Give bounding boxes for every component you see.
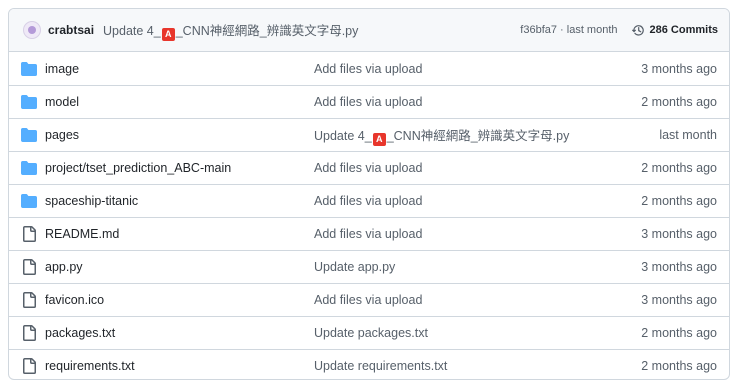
file-name-link[interactable]: pages (45, 128, 314, 142)
avatar[interactable] (23, 21, 41, 39)
file-icon (21, 325, 37, 341)
commits-link[interactable]: 286 Commits (631, 24, 718, 37)
last-updated-time: 3 months ago (641, 227, 717, 241)
file-row[interactable]: app.py Update app.py 3 months ago (9, 250, 729, 283)
file-icon (21, 358, 37, 374)
last-updated-time: 3 months ago (641, 293, 717, 307)
file-browser: crabtsai Update 4_ A _CNN神經網路_辨識英文字母.py f3… (8, 8, 730, 380)
commit-message-end[interactable]: _CNN神經網路_辨識英文字母.py (176, 24, 359, 38)
last-updated-time: 2 months ago (641, 95, 717, 109)
file-row[interactable]: pages Update 4_ A _CNN神經網路_辨識英文字母.py last mo… (9, 118, 729, 151)
commit-message[interactable]: Update 4_ A _CNN神經網路_辨識英文字母.py (103, 20, 358, 41)
folder-icon (21, 127, 37, 143)
file-name-link[interactable]: app.py (45, 260, 314, 274)
file-name-link[interactable]: image (45, 62, 314, 76)
file-list: image Add files via upload 3 months ago mod… (9, 52, 729, 379)
commit-message-link[interactable]: Add files via upload (314, 227, 624, 241)
file-icon (21, 292, 37, 308)
file-name-link[interactable]: packages.txt (45, 326, 314, 340)
file-row[interactable]: requirements.txt Update requirements.txt 2… (9, 349, 729, 379)
last-updated-time: 2 months ago (641, 161, 717, 175)
file-name-link[interactable]: README.md (45, 227, 314, 241)
last-updated-time: 2 months ago (641, 326, 717, 340)
folder-icon (21, 160, 37, 176)
folder-icon (21, 94, 37, 110)
commit-author[interactable]: crabtsai (48, 23, 94, 37)
file-row[interactable]: favicon.ico Add files via upload 3 months … (9, 283, 729, 316)
file-name-link[interactable]: spaceship-titanic (45, 194, 314, 208)
emoji-a-icon: A (372, 132, 386, 146)
commit-message-start[interactable]: Update 4_ (103, 24, 161, 38)
file-row[interactable]: spaceship-titanic Add files via upload 2 m… (9, 184, 729, 217)
commit-sha-time[interactable]: f36bfa7 · last month (520, 24, 617, 36)
file-row[interactable]: README.md Add files via upload 3 months ag… (9, 217, 729, 250)
latest-commit-bar: crabtsai Update 4_ A _CNN神經網路_辨識英文字母.py f3… (9, 9, 729, 52)
last-updated-time: 2 months ago (641, 194, 717, 208)
file-row[interactable]: image Add files via upload 3 months ago (9, 52, 729, 85)
commit-message-link[interactable]: Update app.py (314, 260, 624, 274)
commit-message-start[interactable]: Update 4_ (314, 129, 372, 143)
last-updated-time: 3 months ago (641, 61, 717, 76)
file-name-link[interactable]: project/tset_prediction_ABC-main (45, 161, 314, 175)
commit-message-link[interactable]: Add files via upload (314, 293, 624, 307)
file-row[interactable]: project/tset_prediction_ABC-main Add file… (9, 151, 729, 184)
commit-message-link[interactable]: Update packages.txt (314, 326, 624, 340)
folder-icon (21, 193, 37, 209)
commit-message-link[interactable]: Add files via upload (314, 95, 624, 109)
commit-message-link[interactable]: Add files via upload (314, 62, 624, 76)
file-icon (21, 226, 37, 242)
folder-icon (21, 61, 37, 77)
last-updated-time: 3 months ago (641, 260, 717, 274)
commit-message-end[interactable]: _CNN神經網路_辨識英文字母.py (387, 129, 570, 143)
history-icon (631, 24, 644, 36)
file-icon (21, 259, 37, 275)
last-updated-time: 2 months ago (641, 359, 717, 373)
emoji-a-icon: A (161, 27, 175, 41)
file-row[interactable]: packages.txt Update packages.txt 2 months … (9, 316, 729, 349)
file-name-link[interactable]: favicon.ico (45, 293, 314, 307)
file-row[interactable]: model Add files via upload 2 months ago (9, 85, 729, 118)
commit-message-link[interactable]: Update requirements.txt (314, 359, 624, 373)
commit-message-link[interactable]: Update 4_ A _CNN神經網路_辨識英文字母.py (314, 125, 624, 146)
commits-count[interactable]: 286 Commits (650, 24, 718, 36)
file-name-link[interactable]: requirements.txt (45, 359, 314, 373)
commit-message-link[interactable]: Add files via upload (314, 161, 624, 175)
file-name-link[interactable]: model (45, 95, 314, 109)
commit-message-link[interactable]: Add files via upload (314, 194, 624, 208)
last-updated-time: last month (659, 128, 717, 142)
